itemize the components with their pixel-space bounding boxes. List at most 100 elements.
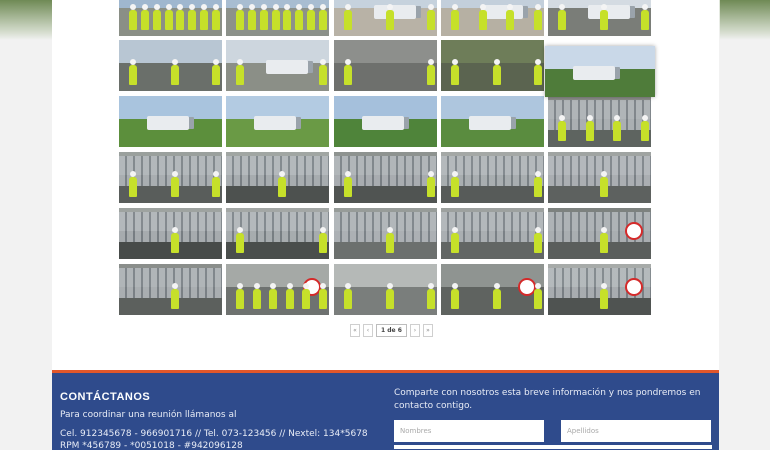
person-safety-vest — [427, 283, 435, 309]
gallery-thumbnail[interactable] — [334, 96, 437, 147]
person-safety-vest — [451, 283, 459, 309]
person-safety-vest — [319, 4, 327, 30]
gallery-thumbnail[interactable] — [119, 40, 222, 91]
person-safety-vest — [129, 59, 137, 85]
pagination-prev-button[interactable]: ‹ — [363, 324, 373, 337]
person-safety-vest — [277, 171, 286, 197]
person-safety-vest — [344, 4, 352, 30]
gallery-thumbnail[interactable] — [334, 208, 437, 259]
gallery-thumbnail[interactable] — [334, 152, 437, 203]
person-safety-vest — [451, 227, 459, 253]
person-safety-vest — [613, 115, 622, 141]
person-safety-vest — [200, 4, 209, 30]
contact-phones-line1: Cel. 912345678 - 966901716 // Tel. 073-1… — [60, 429, 368, 439]
contact-form-next-field[interactable] — [394, 445, 712, 449]
contact-form-name-row — [394, 420, 712, 442]
pagination-next-button[interactable]: › — [409, 324, 420, 337]
gallery-thumbnail[interactable] — [226, 208, 329, 259]
gallery-section: « ‹ 1 de 6 › » — [52, 0, 719, 370]
truck-shape — [362, 116, 404, 130]
person-safety-vest — [164, 4, 173, 30]
gallery-thumbnail[interactable] — [334, 40, 437, 91]
contact-phones-line2: RPM *456789 - *0051018 - #942096128 — [60, 441, 243, 450]
person-safety-vest — [212, 4, 220, 30]
last-name-input[interactable] — [561, 420, 711, 442]
person-safety-vest — [534, 283, 542, 309]
truck-shape — [481, 5, 523, 19]
person-safety-vest — [599, 227, 608, 253]
gallery-thumbnail[interactable] — [226, 264, 329, 315]
person-safety-vest — [212, 171, 220, 197]
pagination-first-button[interactable]: « — [350, 324, 360, 337]
gallery-thumbnail[interactable] — [226, 40, 329, 91]
gallery-thumbnail[interactable] — [548, 264, 651, 315]
gallery-thumbnail[interactable] — [441, 152, 544, 203]
person-safety-vest — [212, 59, 220, 85]
person-safety-vest — [319, 283, 327, 309]
person-safety-vest — [534, 59, 542, 85]
truck-shape — [588, 5, 630, 19]
person-safety-vest — [319, 59, 327, 85]
person-safety-vest — [152, 4, 161, 30]
truck-shape — [266, 60, 308, 74]
gallery-thumbnail[interactable] — [548, 208, 651, 259]
gallery-thumbnail[interactable] — [226, 152, 329, 203]
person-safety-vest — [558, 115, 566, 141]
gallery-thumbnail[interactable] — [441, 264, 544, 315]
truck-shape — [374, 5, 416, 19]
person-safety-vest — [129, 171, 137, 197]
first-name-input[interactable] — [394, 420, 544, 442]
background-photo-right — [720, 0, 770, 40]
person-safety-vest — [170, 283, 179, 309]
contact-info: CONTÁCTANOS Para coordinar una reunión l… — [60, 391, 390, 450]
truck-shape — [254, 116, 296, 130]
gallery-thumbnail[interactable] — [441, 208, 544, 259]
gallery-thumbnail[interactable] — [226, 96, 329, 147]
person-safety-vest — [344, 171, 352, 197]
person-safety-vest — [170, 59, 179, 85]
person-safety-vest — [236, 4, 244, 30]
person-safety-vest — [170, 227, 179, 253]
person-safety-vest — [641, 4, 649, 30]
gallery-thumbnail[interactable] — [441, 40, 544, 91]
gallery-thumbnail[interactable] — [334, 264, 437, 315]
truck-shape — [147, 116, 189, 130]
gallery-thumbnail[interactable] — [545, 46, 655, 97]
gallery-thumbnail[interactable] — [441, 96, 544, 147]
person-safety-vest — [534, 227, 542, 253]
gallery-thumbnail[interactable] — [119, 0, 222, 36]
person-safety-vest — [534, 4, 542, 30]
contact-form-intro: Comparte con nosotros esta breve informa… — [394, 388, 701, 411]
person-safety-vest — [307, 4, 316, 30]
person-safety-vest — [385, 283, 394, 309]
gallery-thumbnail[interactable] — [119, 152, 222, 203]
person-safety-vest — [427, 59, 435, 85]
gallery-thumbnail[interactable] — [334, 0, 437, 36]
person-safety-vest — [140, 4, 149, 30]
gallery-thumbnail[interactable] — [119, 96, 222, 147]
person-safety-vest — [385, 4, 394, 30]
gallery-thumbnail[interactable] — [548, 152, 651, 203]
gallery-thumbnail[interactable] — [441, 0, 544, 36]
person-safety-vest — [129, 4, 137, 30]
gallery-thumbnail[interactable] — [119, 208, 222, 259]
person-safety-vest — [188, 4, 197, 30]
background-photo-left — [0, 0, 52, 40]
gallery-thumbnail[interactable] — [119, 264, 222, 315]
person-safety-vest — [295, 4, 304, 30]
person-safety-vest — [236, 227, 244, 253]
person-safety-vest — [285, 283, 294, 309]
person-safety-vest — [269, 283, 278, 309]
gallery-thumbnail[interactable] — [548, 96, 651, 147]
person-safety-vest — [247, 4, 256, 30]
person-safety-vest — [451, 59, 459, 85]
person-safety-vest — [534, 171, 542, 197]
gallery-thumbnail[interactable] — [548, 0, 651, 36]
person-safety-vest — [252, 283, 261, 309]
person-safety-vest — [271, 4, 280, 30]
pagination-last-button[interactable]: » — [422, 324, 433, 337]
person-safety-vest — [344, 59, 352, 85]
person-safety-vest — [641, 115, 649, 141]
person-safety-vest — [385, 227, 394, 253]
gallery-thumbnail[interactable] — [226, 0, 329, 36]
